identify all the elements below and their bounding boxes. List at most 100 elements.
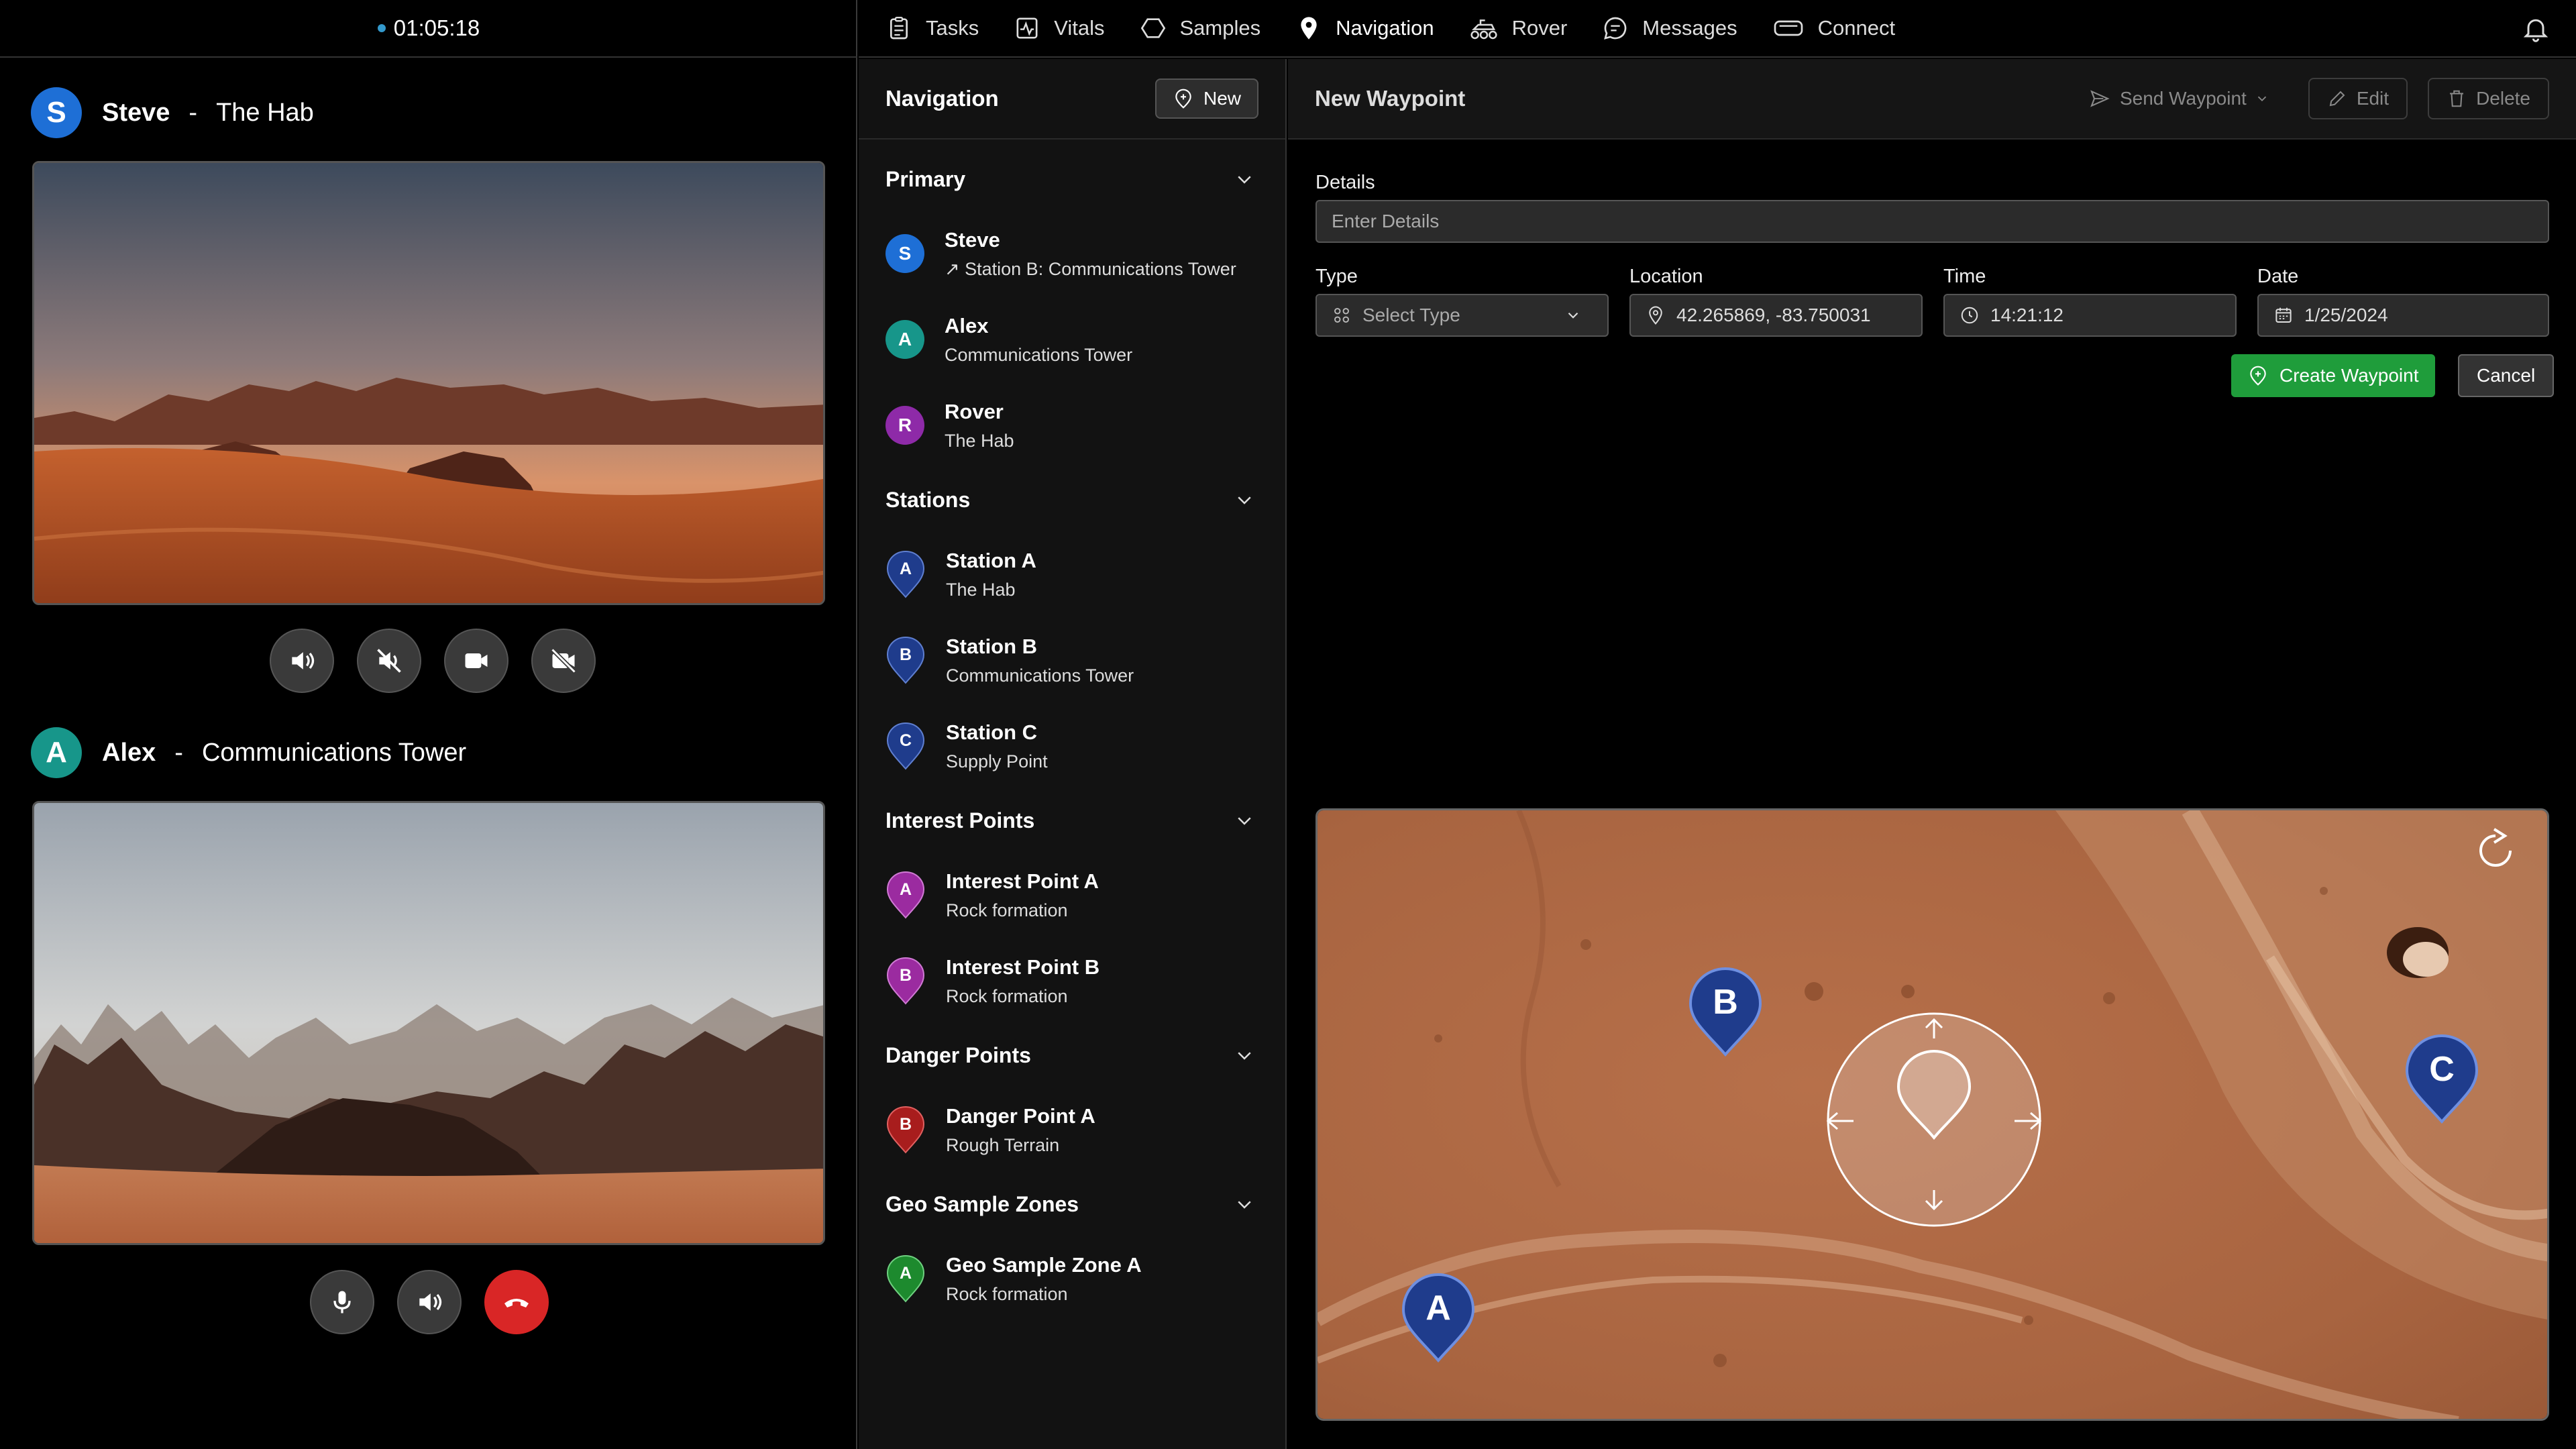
- tab-rover[interactable]: Rover: [1469, 0, 1567, 57]
- vitals-icon: [1016, 17, 1038, 39]
- rover-icon: [1470, 19, 1497, 40]
- list-item-rover[interactable]: R Rover The Hab: [859, 382, 1285, 468]
- avatar: R: [885, 406, 924, 445]
- send-label: Send Waypoint: [2119, 88, 2247, 109]
- details-label: Details: [1316, 172, 1375, 193]
- section-stations-header[interactable]: Stations: [859, 468, 1285, 531]
- map-marker-a[interactable]: A: [1401, 1272, 1476, 1363]
- item-title: Station B: [946, 634, 1038, 658]
- item-subtitle: Rock formation: [946, 1283, 1068, 1304]
- bell-icon[interactable]: [2521, 13, 2551, 44]
- calendar-icon: [2275, 307, 2292, 323]
- navigation-list-panel: Navigation New Primary S Steve ↗ Station …: [859, 59, 1287, 1449]
- station-marker-icon: A: [885, 550, 926, 598]
- section-danger-points-header[interactable]: Danger Points: [859, 1024, 1285, 1087]
- date-field[interactable]: 1/25/2024: [2257, 294, 2549, 337]
- marker-letter: C: [899, 731, 912, 750]
- call-controls-alex: [310, 1270, 549, 1334]
- interest-marker-icon: B: [885, 957, 926, 1005]
- navigation-list-header: Navigation New: [859, 59, 1285, 140]
- list-item-interest-point-a[interactable]: A Interest Point A Rock formation: [859, 852, 1285, 938]
- camera-off-icon[interactable]: [531, 629, 596, 693]
- type-label: Type: [1316, 266, 1358, 287]
- grid-icon: [1334, 308, 1349, 323]
- clock-icon: [1961, 307, 1978, 324]
- tab-navigation[interactable]: Navigation: [1295, 0, 1434, 57]
- type-select[interactable]: Select Type: [1316, 294, 1609, 337]
- tab-messages[interactable]: Messages: [1602, 0, 1737, 57]
- waypoint-editor: New Waypoint Send Waypoint Edit Delete D…: [1288, 59, 2576, 1449]
- marker-letter: C: [2429, 1050, 2455, 1089]
- new-waypoint-button[interactable]: New: [1155, 78, 1258, 119]
- item-subtitle: The Hab: [945, 430, 1014, 451]
- list-item-interest-point-b[interactable]: B Interest Point B Rock formation: [859, 938, 1285, 1024]
- camera-icon[interactable]: [444, 629, 508, 693]
- add-location-icon: [1175, 89, 1191, 109]
- caller-steve: S Steve - The Hab: [31, 87, 314, 138]
- edit-button[interactable]: Edit: [2308, 78, 2408, 119]
- create-waypoint-button[interactable]: Create Waypoint: [2231, 354, 2435, 397]
- cancel-button[interactable]: Cancel: [2458, 354, 2555, 397]
- section-title: Interest Points: [885, 808, 1035, 833]
- speaker-muted-icon[interactable]: [357, 629, 421, 693]
- station-marker-icon: C: [885, 722, 926, 770]
- list-item-steve[interactable]: S Steve ↗ Station B: Communications Tower: [859, 211, 1285, 297]
- marker-letter: B: [899, 1115, 912, 1134]
- speaker-icon[interactable]: [270, 629, 334, 693]
- list-item-station-b[interactable]: B Station B Communications Tower: [859, 617, 1285, 703]
- location-label: Location: [1629, 266, 1703, 287]
- location-pin-icon: [1649, 306, 1662, 325]
- section-geo-sample-zones-header[interactable]: Geo Sample Zones: [859, 1173, 1285, 1236]
- caller-name: Alex: [102, 738, 156, 767]
- item-title: Alex: [945, 313, 989, 337]
- map-marker-b[interactable]: B: [1688, 966, 1763, 1057]
- item-title: Station A: [946, 548, 1036, 572]
- list-item-geo-sample-zone-a[interactable]: A Geo Sample Zone A Rock formation: [859, 1236, 1285, 1322]
- speaker-icon[interactable]: [397, 1270, 462, 1334]
- item-subtitle: Communications Tower: [946, 665, 1134, 686]
- marker-letter: B: [899, 966, 912, 985]
- details-field[interactable]: Enter Details: [1316, 200, 2549, 243]
- list-item-danger-point-a[interactable]: B Danger Point A Rough Terrain: [859, 1087, 1285, 1173]
- tab-samples[interactable]: Samples: [1140, 0, 1260, 57]
- pencil-icon: [2329, 91, 2345, 107]
- tab-connect[interactable]: Connect: [1772, 0, 1895, 57]
- hexagon-icon: [1140, 18, 1165, 38]
- time-value: 14:21:12: [1990, 305, 2063, 325]
- mars-terrain-map: [1318, 810, 2547, 1419]
- map-marker-c[interactable]: C: [2404, 1033, 2479, 1124]
- call-timer-bar: 01:05:18: [0, 0, 857, 58]
- caller-separator: -: [189, 98, 198, 127]
- send-waypoint-button[interactable]: Send Waypoint: [2070, 78, 2288, 119]
- chevron-down-icon: [1568, 312, 1578, 319]
- tab-tasks[interactable]: Tasks: [885, 0, 979, 57]
- section-interest-points-header[interactable]: Interest Points: [859, 789, 1285, 852]
- hang-up-icon[interactable]: [484, 1270, 549, 1334]
- time-field[interactable]: 14:21:12: [1943, 294, 2237, 337]
- microphone-icon[interactable]: [310, 1270, 374, 1334]
- tab-label: Connect: [1817, 16, 1896, 40]
- section-title: Danger Points: [885, 1042, 1031, 1067]
- map-view[interactable]: A B C: [1316, 808, 2549, 1421]
- call-controls-steve: [270, 629, 596, 693]
- item-title: Interest Point A: [946, 869, 1099, 893]
- tab-vitals[interactable]: Vitals: [1014, 0, 1105, 57]
- danger-marker-icon: B: [885, 1106, 926, 1154]
- create-label: Create Waypoint: [2279, 365, 2419, 386]
- list-item-alex[interactable]: A Alex Communications Tower: [859, 297, 1285, 382]
- new-label: New: [1203, 88, 1241, 109]
- chevron-down-icon: [1238, 817, 1251, 825]
- marker-letter: B: [1713, 983, 1738, 1022]
- list-item-station-a[interactable]: A Station A The Hab: [859, 531, 1285, 617]
- marker-letter: B: [899, 645, 912, 664]
- location-pin-icon: [1301, 17, 1317, 40]
- section-primary-header[interactable]: Primary: [859, 148, 1285, 211]
- caller-name: Steve: [102, 98, 170, 127]
- item-subtitle: ↗ Station B: Communications Tower: [945, 258, 1236, 279]
- list-item-station-c[interactable]: C Station C Supply Point: [859, 703, 1285, 789]
- delete-label: Delete: [2476, 88, 2530, 109]
- page-title: New Waypoint: [1315, 86, 1466, 111]
- location-field[interactable]: 42.265869, -83.750031: [1629, 294, 1923, 337]
- tab-label: Vitals: [1054, 16, 1105, 40]
- delete-button[interactable]: Delete: [2428, 78, 2549, 119]
